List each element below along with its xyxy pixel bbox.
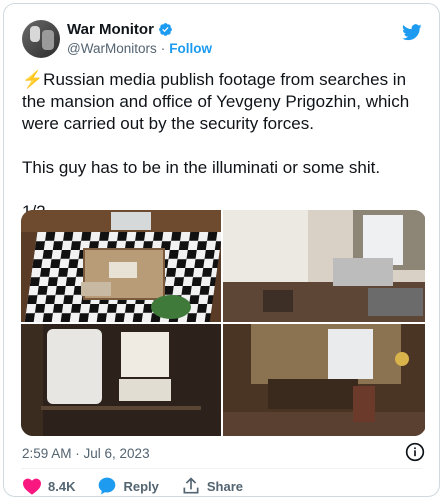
- reply-bubble-icon: [99, 477, 116, 495]
- like-button[interactable]: 8.4K: [22, 477, 75, 495]
- twitter-bird-icon[interactable]: [401, 22, 423, 42]
- tweet-text: ⚡Russian media publish footage from sear…: [22, 69, 417, 223]
- tweet-text-second: This guy has to be in the illuminati or …: [22, 158, 381, 177]
- verified-badge-icon: [159, 23, 172, 36]
- separator-dot: ·: [160, 41, 166, 56]
- author-name[interactable]: War Monitor: [67, 21, 154, 38]
- share-button[interactable]: Share: [181, 476, 243, 496]
- photo-mansion-hall[interactable]: [21, 210, 221, 322]
- author-handle[interactable]: @WarMonitors: [67, 41, 157, 56]
- tweet-card: War Monitor @WarMonitors · Follow ⚡Russi…: [3, 3, 440, 497]
- author-row: War Monitor: [67, 21, 173, 38]
- share-icon: [183, 477, 199, 494]
- photo-office[interactable]: [223, 324, 425, 436]
- divider: [21, 468, 422, 469]
- reply-label: Reply: [123, 478, 159, 494]
- photo-bedroom[interactable]: [223, 210, 425, 322]
- media-grid: [21, 210, 426, 436]
- share-label: Share: [206, 478, 244, 494]
- timestamp[interactable]: 2:59 AM · Jul 6, 2023: [22, 446, 150, 461]
- avatar[interactable]: [22, 20, 60, 58]
- handle-row: @WarMonitors · Follow: [67, 41, 212, 56]
- follow-button[interactable]: Follow: [169, 41, 212, 56]
- tweet-text-main: Russian media publish footage from searc…: [22, 70, 414, 133]
- heart-icon: [23, 478, 41, 495]
- photo-closet[interactable]: [21, 324, 221, 436]
- lightning-emoji: ⚡: [22, 70, 44, 89]
- like-count: 8.4K: [48, 478, 76, 494]
- info-icon[interactable]: [405, 442, 425, 462]
- action-bar: 8.4K Reply Share: [22, 476, 265, 496]
- reply-button[interactable]: Reply: [97, 476, 159, 496]
